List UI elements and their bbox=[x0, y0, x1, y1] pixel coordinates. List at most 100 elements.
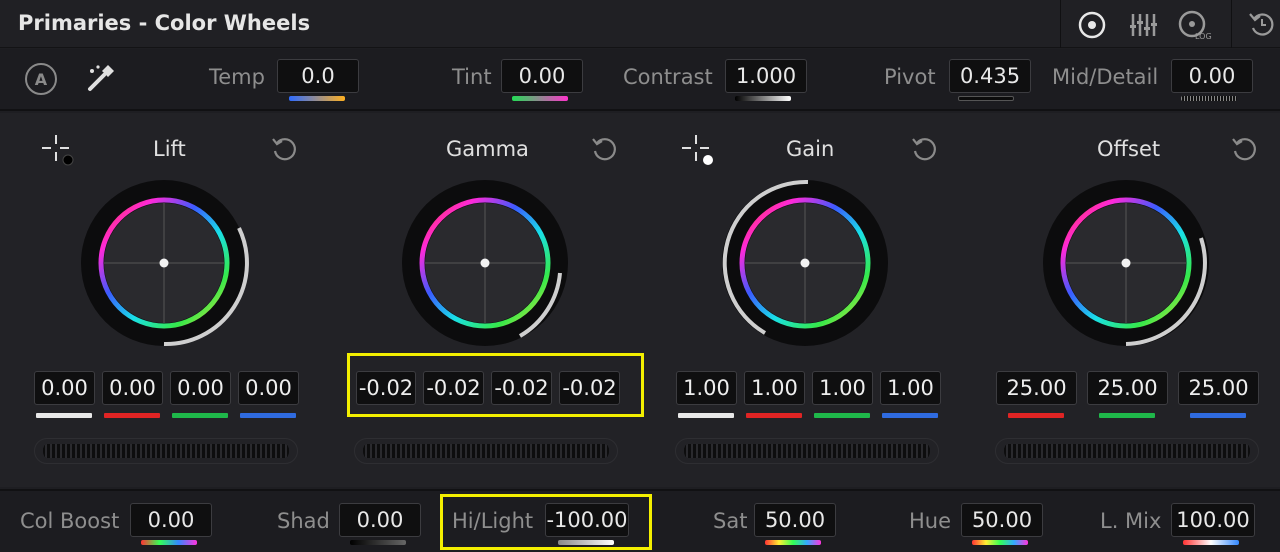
shad-field[interactable]: 0.00 bbox=[339, 503, 421, 537]
lift-b-bar bbox=[240, 413, 296, 418]
tint-label: Tint bbox=[452, 65, 492, 89]
offset-reset-icon[interactable] bbox=[1230, 135, 1258, 163]
primaries-bars-icon[interactable] bbox=[1128, 10, 1158, 40]
gain-g-value[interactable]: 1.00 bbox=[812, 371, 873, 405]
offset-color-wheel[interactable] bbox=[1041, 178, 1211, 348]
hi-light-label: Hi/Light bbox=[452, 509, 534, 533]
reset-all-icon[interactable] bbox=[1248, 10, 1276, 38]
pivot-label: Pivot bbox=[884, 65, 936, 89]
svg-text:LOG: LOG bbox=[1195, 32, 1212, 41]
gain-picker-icon[interactable] bbox=[680, 133, 714, 167]
hue-slider[interactable] bbox=[972, 540, 1028, 545]
pivot-field[interactable]: 0.435 bbox=[949, 59, 1031, 93]
auto-balance-label: A bbox=[35, 70, 48, 89]
gain-color-wheel[interactable] bbox=[720, 178, 890, 348]
shad-label: Shad bbox=[277, 509, 330, 533]
color-wheels-area: Lift 0.00 0.00 0.00 0.00 Gamma -0.02 -0.… bbox=[0, 113, 1280, 487]
temp-field[interactable]: 0.0 bbox=[277, 59, 359, 93]
gain-master-wheel[interactable] bbox=[675, 438, 939, 464]
offset-title: Offset bbox=[1097, 137, 1161, 161]
gamma-reset-icon[interactable] bbox=[590, 135, 618, 163]
gain-y-value[interactable]: 1.00 bbox=[676, 371, 737, 405]
panel-header: Primaries - Color Wheels LOG bbox=[0, 0, 1280, 48]
offset-g-value[interactable]: 25.00 bbox=[1087, 371, 1168, 405]
tint-field[interactable]: 0.00 bbox=[501, 59, 583, 93]
offset-b-bar bbox=[1190, 413, 1246, 418]
lift-master-wheel[interactable] bbox=[34, 438, 298, 464]
l-mix-slider[interactable] bbox=[1183, 540, 1239, 545]
hue-field[interactable]: 50.00 bbox=[961, 503, 1043, 537]
temp-label: Temp bbox=[209, 65, 265, 89]
gamma-title: Gamma bbox=[446, 137, 529, 161]
auto-balance-button[interactable]: A bbox=[24, 62, 58, 96]
offset-wheel-group: Offset 25.00 25.00 25.00 bbox=[960, 113, 1280, 487]
contrast-field[interactable]: 1.000 bbox=[725, 59, 807, 93]
shad-slider[interactable] bbox=[350, 540, 406, 545]
mid-detail-slider[interactable] bbox=[1181, 96, 1237, 101]
lift-y-bar bbox=[36, 413, 92, 418]
gain-wheel-puck[interactable] bbox=[800, 258, 810, 268]
offset-master-wheel[interactable] bbox=[995, 438, 1259, 464]
lift-color-wheel[interactable] bbox=[79, 178, 249, 348]
gamma-color-wheel[interactable] bbox=[400, 178, 570, 348]
bottom-controls-row: Col Boost 0.00 Shad 0.00 Hi/Light -100.0… bbox=[0, 489, 1280, 552]
gamma-b-value[interactable]: -0.02 bbox=[559, 371, 620, 405]
lift-y-value[interactable]: 0.00 bbox=[34, 371, 95, 405]
l-mix-field[interactable]: 100.00 bbox=[1171, 503, 1255, 537]
panel-title: Primaries - Color Wheels bbox=[18, 11, 311, 35]
gamma-y-value[interactable]: -0.02 bbox=[356, 371, 416, 405]
gamma-master-wheel[interactable] bbox=[354, 438, 618, 464]
gain-wheel-group: Gain 1.00 1.00 1.00 1.00 bbox=[640, 113, 960, 487]
temp-slider[interactable] bbox=[289, 96, 345, 101]
global-controls-row: A Temp 0.0 Tint 0.00 Contrast 1.000 Pivo… bbox=[0, 49, 1280, 111]
gamma-wheel-group: Gamma -0.02 -0.02 -0.02 -0.02 bbox=[320, 113, 644, 487]
hi-light-slider[interactable] bbox=[558, 540, 614, 545]
eyedropper-icon[interactable] bbox=[84, 61, 118, 95]
sat-field[interactable]: 50.00 bbox=[754, 503, 836, 537]
lift-picker-icon[interactable] bbox=[40, 133, 74, 167]
gamma-wheel-puck[interactable] bbox=[480, 258, 490, 268]
pivot-slider[interactable] bbox=[958, 96, 1014, 101]
log-wheels-icon[interactable]: LOG bbox=[1176, 8, 1212, 42]
lift-wheel-group: Lift 0.00 0.00 0.00 0.00 bbox=[0, 113, 320, 487]
l-mix-label: L. Mix bbox=[1100, 509, 1162, 533]
offset-g-bar bbox=[1099, 413, 1155, 418]
gamma-r-value[interactable]: -0.02 bbox=[423, 371, 484, 405]
gain-b-bar bbox=[882, 413, 938, 418]
lift-wheel-puck[interactable] bbox=[159, 258, 169, 268]
lift-b-value[interactable]: 0.00 bbox=[238, 371, 299, 405]
hue-label: Hue bbox=[909, 509, 952, 533]
gain-y-bar bbox=[678, 413, 734, 418]
lift-r-bar bbox=[104, 413, 160, 418]
mid-detail-label: Mid/Detail bbox=[1052, 65, 1159, 89]
gain-r-value[interactable]: 1.00 bbox=[744, 371, 805, 405]
sat-label: Sat bbox=[713, 509, 748, 533]
gamma-g-value[interactable]: -0.02 bbox=[491, 371, 552, 405]
contrast-slider[interactable] bbox=[735, 96, 791, 101]
color-wheels-icon[interactable] bbox=[1076, 9, 1108, 41]
col-boost-label: Col Boost bbox=[20, 509, 120, 533]
lift-g-value[interactable]: 0.00 bbox=[170, 371, 231, 405]
col-boost-field[interactable]: 0.00 bbox=[130, 503, 212, 537]
gain-title: Gain bbox=[786, 137, 835, 161]
gain-r-bar bbox=[746, 413, 802, 418]
col-boost-slider[interactable] bbox=[141, 540, 197, 545]
header-divider bbox=[1231, 0, 1232, 48]
mid-detail-field[interactable]: 0.00 bbox=[1171, 59, 1253, 93]
gain-g-bar bbox=[814, 413, 870, 418]
hi-light-field[interactable]: -100.00 bbox=[545, 503, 629, 537]
contrast-label: Contrast bbox=[623, 65, 713, 89]
lift-g-bar bbox=[172, 413, 228, 418]
offset-wheel-puck[interactable] bbox=[1121, 258, 1131, 268]
offset-r-value[interactable]: 25.00 bbox=[996, 371, 1077, 405]
lift-title: Lift bbox=[153, 137, 186, 161]
lift-r-value[interactable]: 0.00 bbox=[102, 371, 163, 405]
header-divider bbox=[1060, 0, 1061, 48]
gain-reset-icon[interactable] bbox=[910, 135, 938, 163]
offset-r-bar bbox=[1008, 413, 1064, 418]
offset-b-value[interactable]: 25.00 bbox=[1178, 371, 1259, 405]
lift-reset-icon[interactable] bbox=[270, 135, 298, 163]
sat-slider[interactable] bbox=[765, 540, 821, 545]
gain-b-value[interactable]: 1.00 bbox=[880, 371, 941, 405]
tint-slider[interactable] bbox=[512, 96, 568, 101]
